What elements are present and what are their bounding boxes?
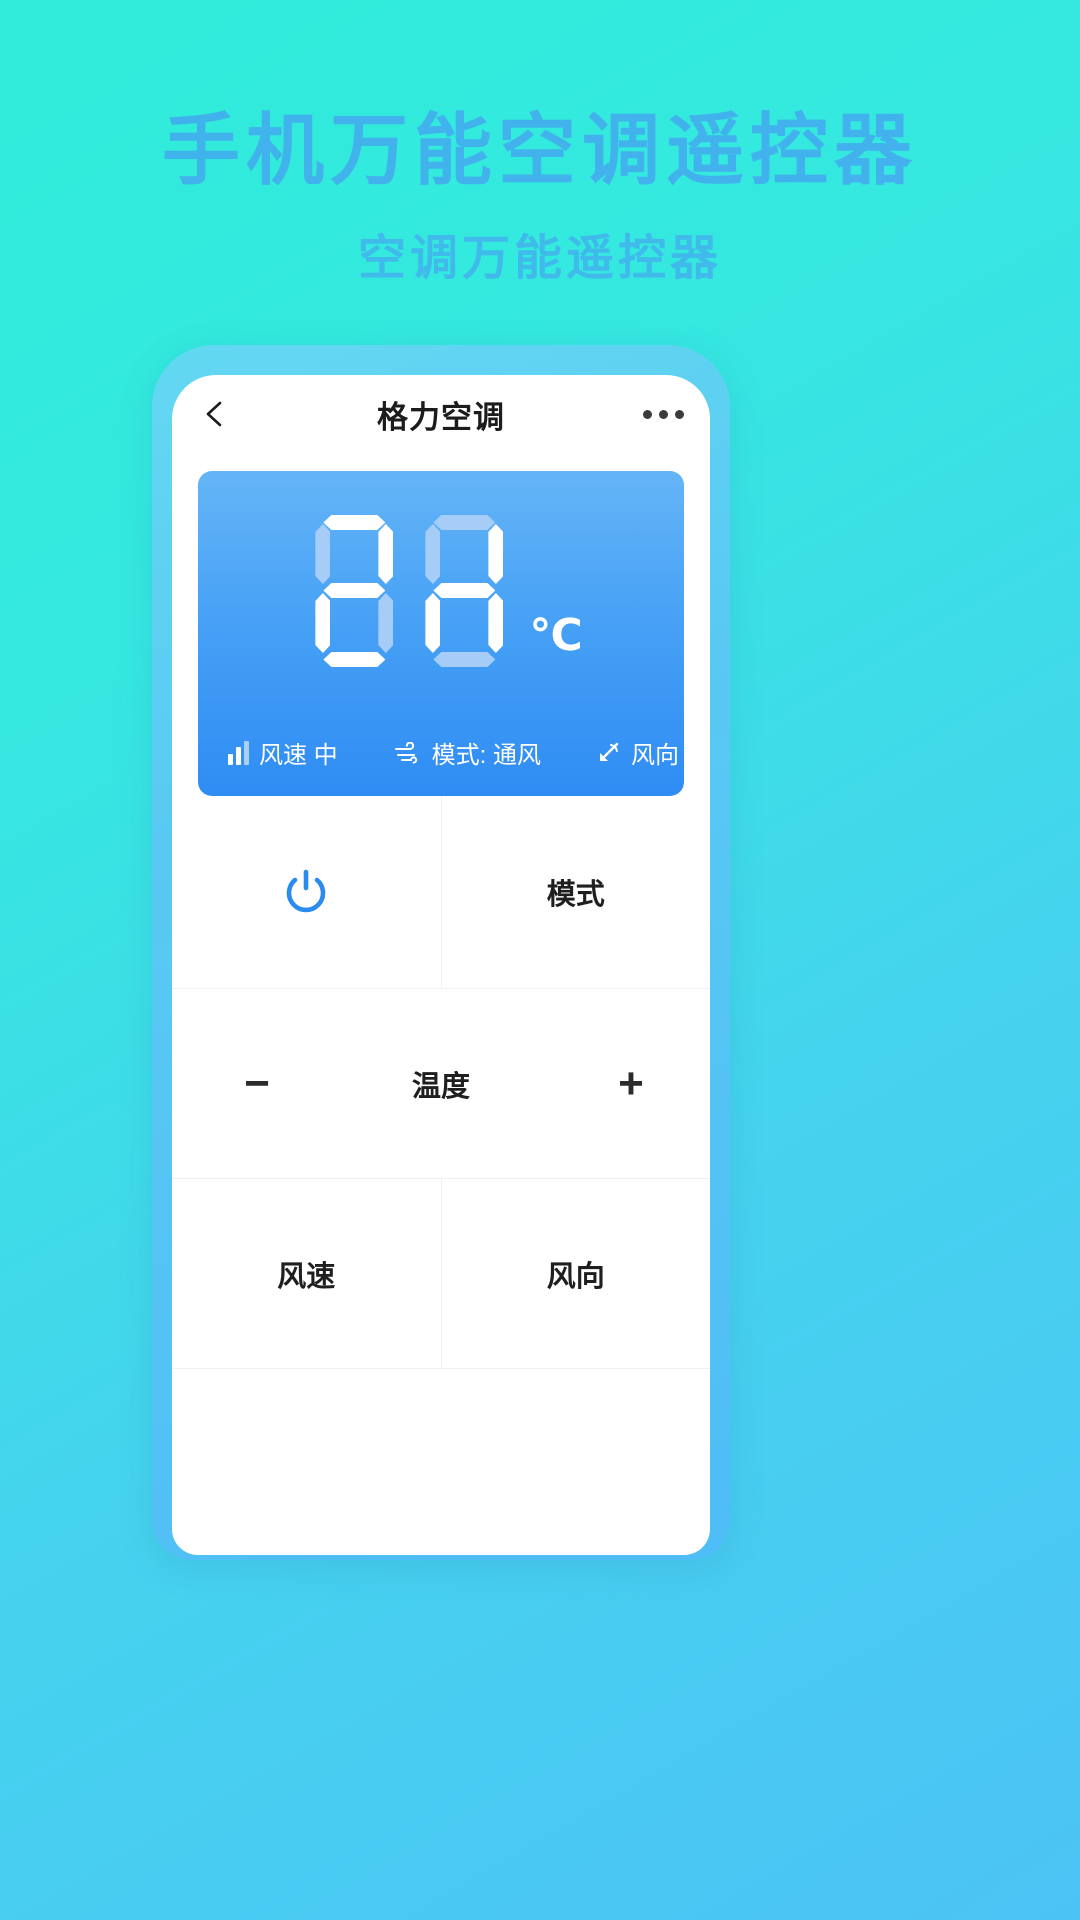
mode-button-label: 模式 <box>546 879 605 911</box>
segment-e <box>315 593 330 653</box>
control-row-power-mode: 模式 <box>172 796 710 989</box>
segment-e <box>425 593 440 653</box>
segment-c <box>488 593 503 653</box>
temperature-increase-button[interactable]: + <box>596 1061 666 1106</box>
temperature-unit: ℃ <box>529 611 583 660</box>
wind-direction-button[interactable]: 风向 <box>440 1179 711 1368</box>
seven-segment-display: ℃ <box>198 515 684 667</box>
phone-frame: 格力空调 ℃ 风速 中 模式: 通风 风向 模式 − 温度 + 风速 风向 <box>152 345 730 1560</box>
temperature-digit-tens <box>305 515 403 667</box>
promo-subtitle: 空调万能遥控器 <box>357 232 722 286</box>
promo-banner: 手机万能空调遥控器 空调万能遥控器 <box>0 0 1080 288</box>
status-wind-direction: 风向 上 <box>595 735 684 770</box>
more-horizontal-icon-dot-1 <box>643 409 652 419</box>
fan-speed-bars-icon <box>228 740 249 765</box>
back-button[interactable] <box>198 397 232 431</box>
more-horizontal-icon-dot-2 <box>659 409 668 419</box>
mode-button[interactable]: 模式 <box>440 796 711 988</box>
more-horizontal-icon-dot-3 <box>675 409 684 419</box>
temperature-digit-ones <box>415 515 513 667</box>
wind-mode-icon <box>394 741 422 764</box>
page-title: 格力空调 <box>377 399 505 435</box>
control-row-fan-wind: 风速 风向 <box>172 1179 710 1369</box>
segment-d <box>433 652 495 667</box>
segment-a <box>433 515 495 530</box>
segment-g <box>433 583 495 598</box>
display-panel-wrapper: ℃ 风速 中 模式: 通风 风向 <box>172 453 710 796</box>
control-row-temperature: − 温度 + <box>172 989 710 1179</box>
power-icon <box>287 869 326 913</box>
segment-c <box>378 593 393 653</box>
app-header: 格力空调 <box>172 375 710 453</box>
fan-speed-button[interactable]: 风速 <box>172 1179 441 1368</box>
wind-direction-button-label: 风向 <box>546 1260 605 1293</box>
status-mode-label: 模式: 通风 <box>431 742 542 769</box>
power-button[interactable] <box>172 796 441 988</box>
status-wind-direction-label: 风向 上 <box>631 742 684 769</box>
more-options-button[interactable] <box>643 409 684 419</box>
status-fan-speed: 风速 中 <box>228 735 338 770</box>
ac-display-panel: ℃ 风速 中 模式: 通风 风向 <box>198 471 684 796</box>
chevron-left-icon <box>206 401 222 427</box>
wind-direction-icon <box>595 741 621 765</box>
segment-g <box>323 583 385 598</box>
fan-speed-button-label: 风速 <box>277 1260 336 1293</box>
status-fan-speed-label: 风速 中 <box>259 742 338 769</box>
promo-title: 手机万能空调遥控器 <box>161 106 918 194</box>
segment-f <box>315 524 330 584</box>
control-button-grid: 模式 − 温度 + 风速 风向 <box>172 796 710 1369</box>
segment-d <box>323 652 385 667</box>
segment-f <box>425 524 440 584</box>
segment-a <box>323 515 385 530</box>
status-mode: 模式: 通风 <box>394 735 541 770</box>
phone-screen: 格力空调 ℃ 风速 中 模式: 通风 风向 模式 − 温度 + 风速 风向 <box>172 375 710 1555</box>
display-status-row: 风速 中 模式: 通风 风向 <box>198 735 684 770</box>
segment-b <box>378 524 393 584</box>
segment-b <box>488 524 503 584</box>
